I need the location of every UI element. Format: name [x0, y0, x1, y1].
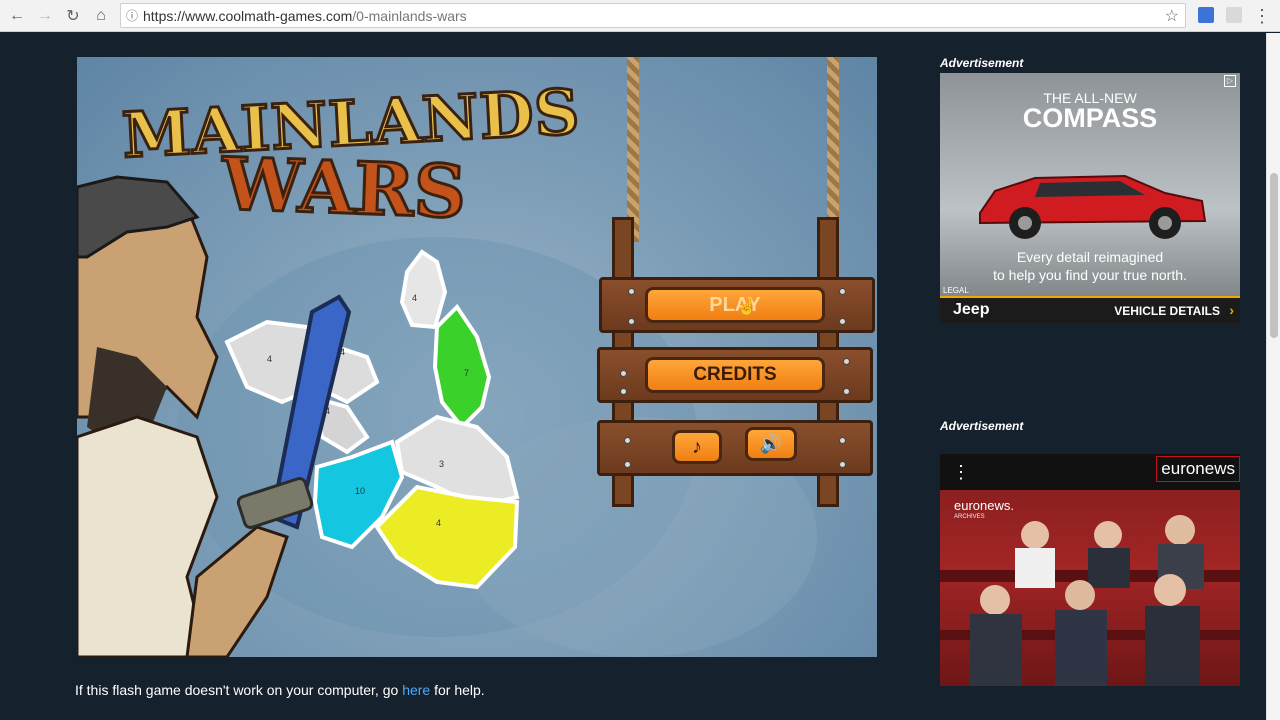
parliament-video[interactable]: euronews. ARCHIVES [940, 490, 1240, 686]
browser-toolbar: ← → ↻ ⌂ ⓘ https://www.coolmath-games.com… [0, 0, 1280, 32]
plank-audio [597, 420, 873, 476]
url-path: /0-mainlands-wars [352, 7, 467, 24]
home-icon[interactable]: ⌂ [87, 2, 115, 30]
jeep-footer: Jeep VEHICLE DETAILS › [940, 296, 1240, 323]
game-canvas[interactable]: 4 4 4 7 4 3 10 4 MAINLANDS WARS PLAY CRE… [77, 57, 877, 657]
credits-label: CREDITS [693, 364, 777, 385]
warrior-arm [185, 525, 289, 657]
jeep-headline-big: COMPASS [1022, 103, 1158, 133]
region-label-center: 3 [439, 459, 445, 469]
region-label-mid: 4 [325, 406, 331, 416]
jeep-tagline-1: Every detail reimagined [1016, 249, 1164, 265]
region-label-green: 7 [464, 368, 470, 378]
extension-icon-2[interactable] [1226, 7, 1242, 23]
speaker-icon: 🔊 [759, 434, 783, 454]
region-label-west: 4 [267, 354, 273, 364]
help-link[interactable]: here [402, 682, 430, 698]
rope-left [627, 57, 639, 242]
scrollbar-thumb[interactable] [1270, 173, 1278, 338]
region-label-yellow: 4 [436, 518, 442, 528]
jeep-ad[interactable]: ▷ THE ALL-NEW COMPASS Every detail reima… [940, 73, 1240, 323]
credits-button[interactable]: CREDITS [645, 357, 825, 393]
url-host: https://www.coolmath-games.com [143, 7, 353, 24]
jeep-logo: Jeep [953, 301, 990, 318]
page-content: 4 4 4 7 4 3 10 4 MAINLANDS WARS PLAY CRE… [0, 33, 1266, 720]
music-note-icon: ♪ [692, 436, 702, 458]
jeep-cta[interactable]: VEHICLE DETAILS [1114, 304, 1220, 318]
region-label-north: 4 [412, 293, 418, 303]
hand-cursor-icon: ☝ [737, 299, 757, 316]
jeep-tagline-2: to help you find your true north. [993, 267, 1187, 283]
music-button[interactable]: ♪ [672, 430, 722, 464]
euronews-ad[interactable]: ⋮ euronews euronews. ARCHIVES [940, 454, 1240, 686]
bookmark-star-icon[interactable]: ☆ [1165, 6, 1179, 26]
extension-icon[interactable] [1198, 7, 1214, 23]
parliament-people [940, 515, 1240, 686]
euronews-logo: euronews [1156, 456, 1240, 482]
help-text-before: If this flash game doesn't work on your … [75, 682, 403, 698]
game-title-line2: WARS [219, 139, 469, 235]
ad-label-2: Advertisement [940, 419, 1024, 433]
car-image [979, 174, 1207, 239]
more-options-icon[interactable]: ⋮ [952, 462, 970, 483]
forward-icon[interactable]: → [31, 2, 59, 30]
back-icon[interactable]: ← [3, 2, 31, 30]
menu-icon[interactable]: ⋮ [1248, 2, 1276, 30]
info-icon[interactable]: ⓘ [121, 7, 143, 24]
ad-label-1: Advertisement [940, 56, 1024, 70]
adchoices-icon[interactable]: ▷ [1224, 75, 1236, 87]
region-label-west2: 4 [340, 347, 346, 357]
reload-icon[interactable]: ↻ [59, 2, 87, 30]
rope-right [827, 57, 839, 242]
address-bar[interactable]: ⓘ https://www.coolmath-games.com/0-mainl… [120, 3, 1186, 28]
play-button[interactable]: PLAY [645, 287, 825, 323]
flash-help-text: If this flash game doesn't work on your … [75, 682, 485, 698]
page-scrollbar[interactable] [1266, 33, 1280, 720]
jeep-legal[interactable]: LEGAL [943, 286, 969, 295]
chevron-right-icon: › [1229, 302, 1234, 318]
help-text-after: for help. [430, 682, 485, 698]
region-label-cyan: 10 [355, 486, 366, 496]
url-text: https://www.coolmath-games.com/0-mainlan… [143, 8, 467, 24]
sound-button[interactable]: 🔊 [745, 427, 797, 461]
